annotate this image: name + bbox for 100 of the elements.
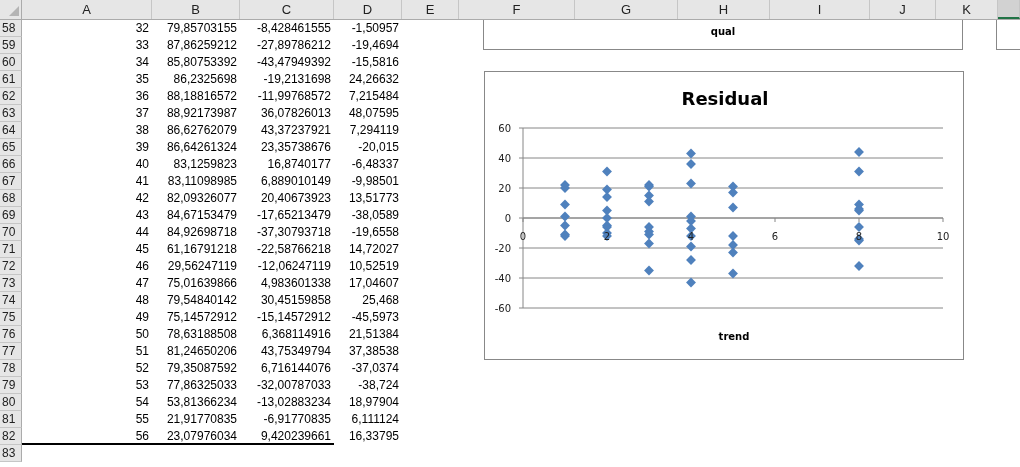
- table-cell-text: 16,8740177: [266, 156, 332, 173]
- x-axis-title: trend: [718, 331, 750, 342]
- table-cell-text: 6,368114916: [260, 326, 332, 343]
- table-cell-text: 87,86259212: [165, 37, 238, 54]
- table-cell-text: 82,09326077: [165, 190, 238, 207]
- table-cell-text: 83,1259823: [172, 156, 238, 173]
- table-cell-text: 49: [134, 309, 150, 326]
- table-cell-text: 41: [134, 173, 150, 190]
- table-cell-text: 13,51773: [347, 190, 400, 207]
- table-cell-text: 88,18816572: [165, 88, 238, 105]
- table-cell-text: 45: [134, 241, 150, 258]
- table-cell-text: 75,01639866: [165, 275, 238, 292]
- table-cell-text: 78,63188508: [165, 326, 238, 343]
- table-cell-text: 25,468: [361, 292, 400, 309]
- table-cell-text: 53: [134, 377, 150, 394]
- table-cell-text: -19,2131698: [262, 71, 332, 88]
- table-cell-text: 35: [134, 71, 150, 88]
- table-cell-text: 53,81366234: [165, 394, 238, 411]
- table-cell-text: 34: [134, 54, 150, 71]
- table-cell-text: 48: [134, 292, 150, 309]
- table-cell-text: 40: [134, 156, 150, 173]
- y-tick-label: 0: [504, 213, 511, 224]
- table-cell-text: 55: [134, 411, 150, 428]
- table-cell-text: -45,5973: [350, 309, 400, 326]
- table-cell-text: 17,04607: [347, 275, 400, 292]
- table-cell-text: 79,85703155: [165, 20, 238, 37]
- table-cell-text: 52: [134, 360, 150, 377]
- table-cell-text: -19,6558: [350, 224, 400, 241]
- table-cell-text: 54: [134, 394, 150, 411]
- table-cell-text: 43: [134, 207, 150, 224]
- y-tick-label: -20: [494, 243, 511, 254]
- table-cell: 56: [22, 428, 152, 445]
- table-cell-text: 20,40673923: [259, 190, 332, 207]
- table-cell-text: 36: [134, 88, 150, 105]
- table-cell-text: 14,72027: [347, 241, 400, 258]
- table-cell-text: 43,75349794: [259, 343, 332, 360]
- table-cell-text: 33: [134, 37, 150, 54]
- chart-title: Residual: [681, 88, 769, 109]
- y-tick-label: -60: [494, 303, 511, 314]
- table-cell-text: 61,16791218: [165, 241, 238, 258]
- table-cell-text: 7,215484: [347, 88, 400, 105]
- table-cell-text: -38,0589: [350, 207, 400, 224]
- y-tick-label: 40: [498, 153, 511, 164]
- table-cell-text: 46: [134, 258, 150, 275]
- table-cell-text: 83,11098985: [166, 173, 238, 190]
- table-cell-text: -22,58766218: [255, 241, 332, 258]
- table-cell-text: -1,50957: [350, 20, 400, 37]
- table-cell-text: 81,24650206: [165, 343, 238, 360]
- axis-title: qual: [709, 26, 737, 37]
- table-cell-text: -13,02883234: [255, 394, 332, 411]
- table-cell-text: 30,45159858: [259, 292, 332, 309]
- table-cell-text: 36,07826013: [259, 105, 332, 122]
- table-cell-text: -43,47949392: [255, 54, 332, 71]
- table-cell-text: 24,26632: [347, 71, 400, 88]
- y-tick-label: 60: [498, 123, 511, 134]
- table-cell-text: 4,983601338: [259, 275, 332, 292]
- table-cell-text: 43,37237921: [259, 122, 332, 139]
- table-cell-text: 32: [134, 20, 150, 37]
- table-cell-text: 16,33795: [347, 428, 400, 445]
- table-cell-text: 44: [134, 224, 150, 241]
- table-cell-text: -9,98501: [350, 173, 400, 190]
- table-cell-text: -15,5816: [350, 54, 400, 71]
- table-cell-text: 18,97904: [347, 394, 400, 411]
- table-cell-text: 86,2325698: [172, 71, 238, 88]
- table-cell-text: 75,14572912: [165, 309, 238, 326]
- table-cell-text: -32,00787033: [255, 377, 332, 394]
- table-cell-text: 85,80753392: [165, 54, 238, 71]
- table-cell-text: 42: [134, 190, 150, 207]
- table-cell-text: 47: [134, 275, 150, 292]
- table-cell-text: -6,91770835: [262, 411, 332, 428]
- table-cell: 9,420239661: [240, 428, 334, 445]
- x-tick-label: 0: [519, 231, 527, 242]
- table-cell-text: 50: [134, 326, 150, 343]
- table-cell: 23,07976034: [152, 428, 240, 445]
- table-cell-text: 7,294119: [348, 122, 400, 139]
- table-cell-text: 29,56247119: [166, 258, 238, 275]
- table-cell-text: -12,06247119: [256, 258, 332, 275]
- table-cell-text: 23,35738676: [259, 139, 332, 156]
- table-cell-text: -19,4694: [350, 37, 400, 54]
- x-tick-label: 2: [603, 231, 611, 242]
- table-cell-text: 79,35087592: [165, 360, 238, 377]
- table-cell-text: -37,30793718: [255, 224, 332, 241]
- table-cell-text: -27,89786212: [255, 37, 332, 54]
- table-cell-text: 77,86325033: [165, 377, 238, 394]
- table-cell-text: 86,64261324: [165, 139, 238, 156]
- table-cell-text: -8,428461555: [255, 20, 332, 37]
- table-cell-text: 39: [134, 139, 150, 156]
- table-cell-text: 86,62762079: [165, 122, 238, 139]
- y-tick-label: 20: [498, 183, 511, 194]
- table-cell-text: 38: [134, 122, 150, 139]
- table-cell-text: -15,14572912: [255, 309, 332, 326]
- table-cell-text: -37,0374: [350, 360, 400, 377]
- table-cell-text: 10,52519: [347, 258, 400, 275]
- table-cell-text: 88,92173987: [165, 105, 238, 122]
- table-cell-text: 51: [134, 343, 150, 360]
- table-cell-text: 84,92698718: [165, 224, 238, 241]
- table-cell-text: -11,99768572: [256, 88, 332, 105]
- table-cell-text: 6,889010149: [259, 173, 332, 190]
- table-cell-text: 37,38538: [347, 343, 400, 360]
- table-cell-text: 21,51384: [347, 326, 400, 343]
